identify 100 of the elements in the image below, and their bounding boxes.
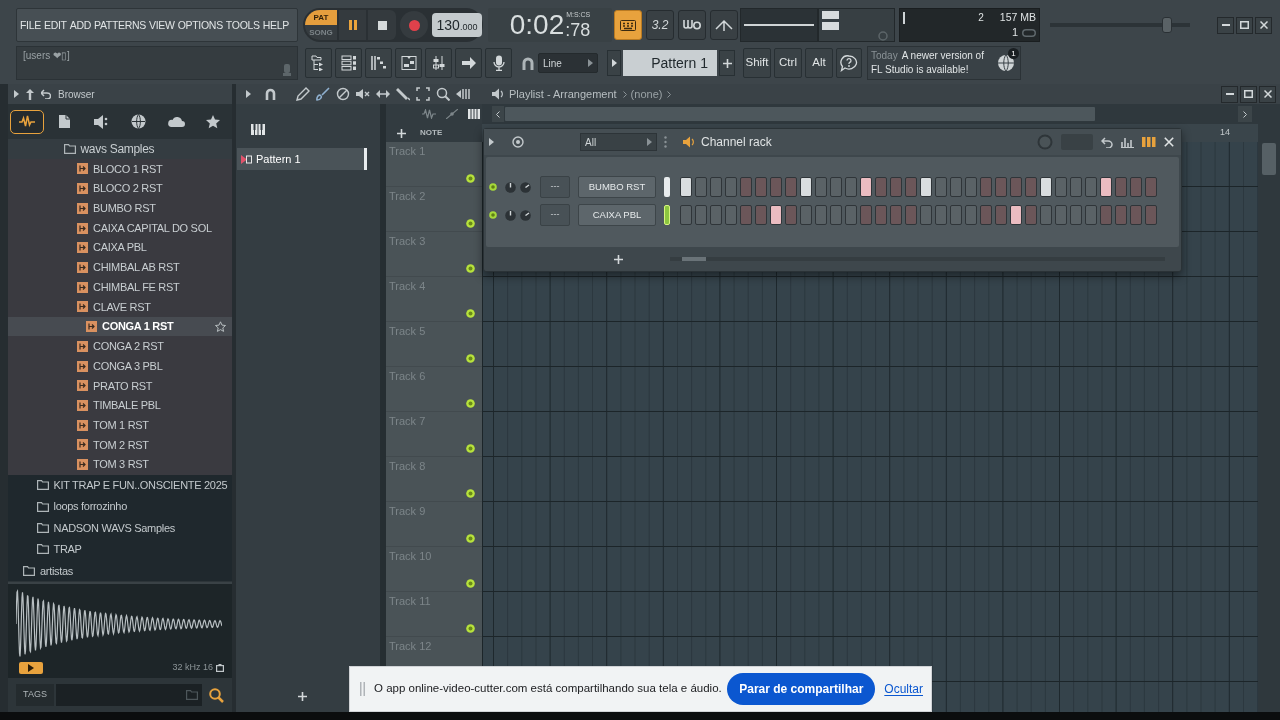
mixer-track-button[interactable]: ---	[540, 204, 570, 226]
sample-item[interactable]: BUMBO RST	[8, 198, 232, 219]
minimize-button[interactable]	[1221, 85, 1238, 103]
step-button[interactable]	[860, 177, 872, 197]
pattern-menu-button[interactable]	[607, 50, 621, 76]
track-led-icon[interactable]	[466, 489, 475, 498]
tags-button[interactable]: TAGS	[16, 684, 54, 706]
selection-frame-icon[interactable]	[416, 87, 430, 101]
sample-item[interactable]: CONGA 3 PBL	[8, 356, 232, 376]
blend-notes-button[interactable]	[678, 10, 706, 40]
filter-dropdown[interactable]: All	[580, 133, 657, 151]
playlist-button[interactable]	[395, 48, 422, 78]
sample-item[interactable]: BLOCO 1 RST	[8, 159, 232, 179]
volume-knob-icon[interactable]	[520, 209, 531, 221]
help-button[interactable]	[836, 48, 862, 78]
typing-keyboard-button[interactable]	[614, 10, 642, 40]
volume-knob-icon[interactable]	[520, 181, 531, 193]
swing-icon[interactable]	[512, 136, 524, 148]
menu-item[interactable]: ADD	[69, 18, 91, 32]
hide-link[interactable]: Ocultar	[884, 681, 923, 697]
maximize-button[interactable]	[1240, 85, 1257, 103]
channel-led-icon[interactable]	[489, 211, 497, 219]
modifier-key-button[interactable]: Shift	[743, 48, 771, 78]
step-button[interactable]	[770, 205, 782, 225]
track-led-icon[interactable]	[466, 174, 475, 183]
sample-item[interactable]: CLAVE RST	[8, 297, 232, 317]
scroll-left-button[interactable]	[492, 106, 504, 122]
step-button[interactable]	[800, 177, 812, 197]
menu-item[interactable]: OPTIONS	[177, 18, 223, 32]
channel-rack-button[interactable]	[335, 48, 362, 78]
menu-item[interactable]: EDIT	[44, 18, 67, 32]
menu-item[interactable]: FILE	[20, 18, 41, 32]
channel-select-toggle[interactable]	[664, 205, 670, 225]
sample-item[interactable]: TOM 2 RST	[8, 435, 232, 455]
step-button[interactable]	[1100, 177, 1112, 197]
close-button[interactable]	[1259, 85, 1276, 103]
minimize-button[interactable]	[1217, 16, 1234, 34]
mode-button[interactable]: PAT	[305, 10, 337, 25]
step-button[interactable]	[1010, 205, 1022, 225]
track-led-icon[interactable]	[466, 264, 475, 273]
sample-item[interactable]: PRATO RST	[8, 375, 232, 396]
track-led-icon[interactable]	[466, 624, 475, 633]
slider-handle-icon[interactable]	[822, 11, 839, 30]
pan-knob-icon[interactable]	[505, 181, 516, 193]
clip-name[interactable]: (none)	[630, 85, 663, 103]
piano-icon[interactable]	[251, 123, 265, 135]
sample-item[interactable]: CONGA 1 RST	[8, 316, 232, 337]
channel-led-icon[interactable]	[489, 183, 497, 191]
browser-button[interactable]	[305, 48, 332, 78]
close-button[interactable]	[1255, 16, 1272, 34]
sample-item[interactable]: CHIMBAL AB RST	[8, 257, 232, 278]
sample-item[interactable]: CHIMBAL FE RST	[8, 277, 232, 298]
tempo-display[interactable]: 130.000	[432, 13, 482, 37]
folder-item[interactable]: NADSON WAVS Samples	[8, 517, 232, 539]
sample-item[interactable]: CAIXA PBL	[8, 237, 232, 258]
step-grid-icon[interactable]	[1142, 137, 1156, 147]
step-button[interactable]	[1040, 177, 1052, 197]
automation-icon[interactable]	[446, 109, 458, 119]
folder-item[interactable]: TRAP	[8, 538, 232, 561]
folder-item[interactable]: artistas	[8, 560, 232, 582]
speaker-cross-icon[interactable]	[356, 87, 370, 101]
playback-icon[interactable]	[456, 87, 470, 101]
maximize-button[interactable]	[1236, 16, 1253, 34]
recording-button[interactable]	[485, 48, 512, 78]
stop-button[interactable]	[368, 10, 396, 40]
menu-item[interactable]: VIEW	[149, 18, 175, 32]
sample-item[interactable]: TOM 3 RST	[8, 454, 232, 475]
track-led-icon[interactable]	[466, 399, 475, 408]
folder-item[interactable]: wavs Samples	[8, 139, 232, 159]
scrollbar-thumb[interactable]	[1262, 143, 1276, 175]
undo-icon[interactable]	[1101, 136, 1113, 148]
track-led-icon[interactable]	[466, 309, 475, 318]
pattern-item[interactable]: Pattern 1	[237, 148, 367, 170]
pencil-icon[interactable]	[296, 87, 310, 101]
globe-icon[interactable]	[997, 54, 1015, 72]
step-button[interactable]	[680, 177, 692, 197]
plugin-picker-button[interactable]	[455, 48, 482, 78]
countdown-button[interactable]: 3.2	[646, 10, 674, 40]
pause-button[interactable]	[339, 10, 366, 40]
track-led-icon[interactable]	[466, 354, 475, 363]
preview-play-button[interactable]	[19, 662, 43, 674]
bar-graph-icon[interactable]	[1121, 136, 1134, 148]
circle-slash-icon[interactable]	[336, 87, 350, 101]
audio-clip-icon[interactable]	[422, 109, 436, 119]
sample-item[interactable]: TIMBALE PBL	[8, 395, 232, 416]
double-arrow-icon[interactable]	[376, 87, 390, 101]
track-led-icon[interactable]	[466, 444, 475, 453]
stop-sharing-button[interactable]: Parar de compartilhar	[727, 673, 876, 705]
pan-knob-icon[interactable]	[505, 209, 516, 221]
sample-item[interactable]: CONGA 2 RST	[8, 336, 232, 357]
channel-name-button[interactable]: BUMBO RST	[578, 176, 656, 198]
search-icon[interactable]	[209, 687, 224, 703]
pattern-selector[interactable]: Pattern 1	[623, 50, 717, 76]
knife-icon[interactable]	[396, 87, 410, 101]
step-button[interactable]	[920, 177, 932, 197]
piano-roll-button[interactable]	[365, 48, 392, 78]
add-channel-button[interactable]	[612, 253, 624, 265]
loop-record-button[interactable]	[710, 10, 738, 40]
track-led-icon[interactable]	[466, 534, 475, 543]
sample-item[interactable]: TOM 1 RST	[8, 415, 232, 436]
